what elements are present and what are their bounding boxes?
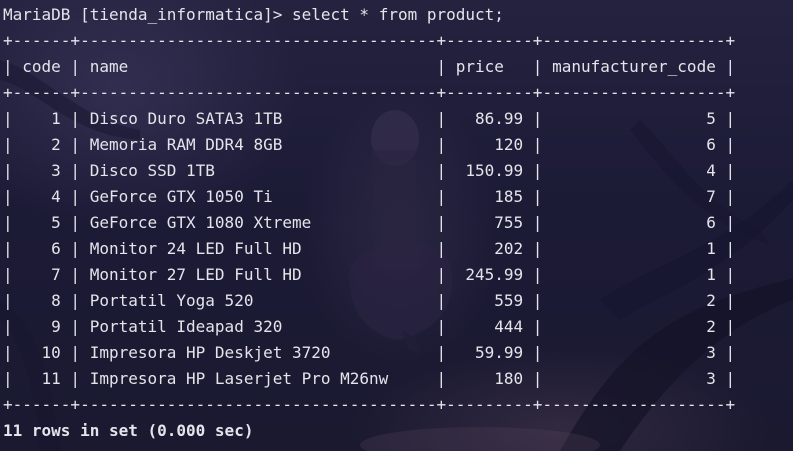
table-row: | 11 | Impresora HP Laserjet Pro M26nw |… — [3, 369, 736, 388]
table-row: | 7 | Monitor 27 LED Full HD | 245.99 | … — [3, 265, 736, 284]
terminal-window[interactable]: MariaDB [tienda_informatica]> select * f… — [0, 0, 793, 451]
table-row: | 9 | Portatil Ideapad 320 | 444 | 2 | — [3, 317, 736, 336]
sql-command: select * from product; — [292, 5, 504, 24]
table-border-bottom: +------+--------------------------------… — [3, 395, 736, 414]
terminal-output: MariaDB [tienda_informatica]> select * f… — [3, 2, 735, 444]
command-line: MariaDB [tienda_informatica]> select * f… — [3, 2, 735, 28]
table-row: | 3 | Disco SSD 1TB | 150.99 | 4 | — [3, 161, 736, 180]
table-row: | 5 | GeForce GTX 1080 Xtreme | 755 | 6 … — [3, 213, 736, 232]
result-summary: 11 rows in set (0.000 sec) — [3, 421, 254, 440]
table-border-header: +------+--------------------------------… — [3, 83, 736, 102]
table-header-row: | code | name | price | manufacturer_cod… — [3, 57, 736, 76]
table-row: | 1 | Disco Duro SATA3 1TB | 86.99 | 5 | — [3, 109, 736, 128]
table-row: | 6 | Monitor 24 LED Full HD | 202 | 1 | — [3, 239, 736, 258]
table-row: | 2 | Memoria RAM DDR4 8GB | 120 | 6 | — [3, 135, 736, 154]
table-border-top: +------+--------------------------------… — [3, 31, 736, 50]
table-row: | 10 | Impresora HP Deskjet 3720 | 59.99… — [3, 343, 736, 362]
table-row: | 4 | GeForce GTX 1050 Ti | 185 | 7 | — [3, 187, 736, 206]
mariadb-prompt: MariaDB [tienda_informatica]> — [3, 5, 283, 24]
table-row: | 8 | Portatil Yoga 520 | 559 | 2 | — [3, 291, 736, 310]
